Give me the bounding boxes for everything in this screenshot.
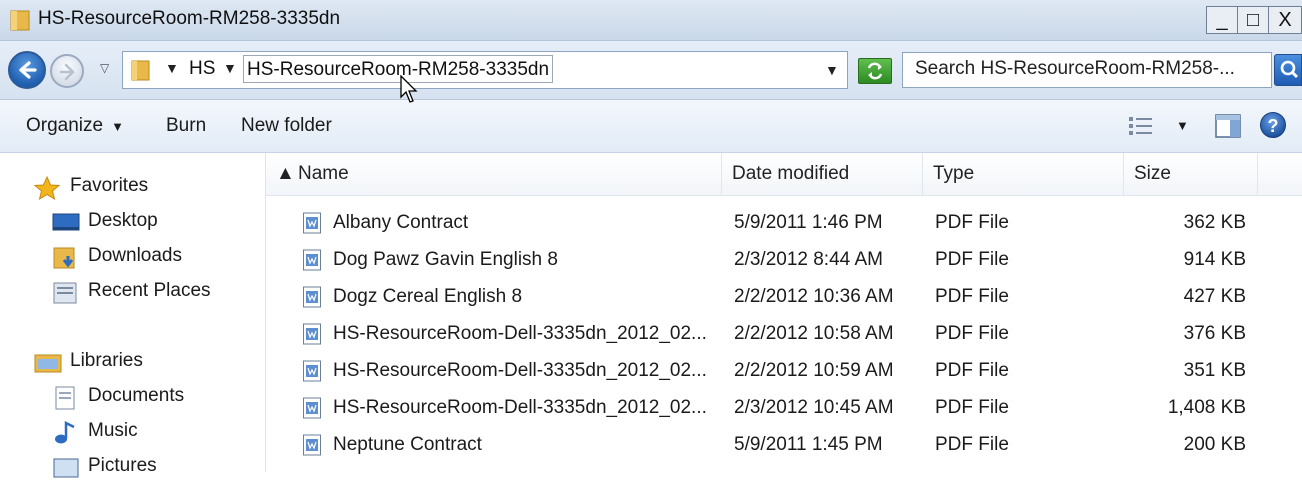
view-options-dropdown[interactable]: ▼ — [1176, 118, 1189, 133]
search-input[interactable]: Search HS-ResourceRoom-RM258-... — [902, 52, 1272, 88]
refresh-icon — [867, 62, 883, 80]
preview-pane-icon[interactable] — [1214, 113, 1242, 139]
navigation-pane: Favorites Desktop Downloads Recent Place… — [0, 153, 266, 478]
file-row[interactable]: Dogz Cereal English 8 2/2/2012 10:36 AM PD… — [266, 279, 1302, 316]
window-controls: _ □ X — [1206, 6, 1302, 34]
file-list: Name ▲ Date modified Type Size Albany Co… — [266, 153, 1302, 472]
file-type: PDF File — [935, 249, 1009, 270]
chevron-down-icon: ▼ — [111, 119, 124, 134]
file-name: HS-ResourceRoom-Dell-3335dn_2012_02... — [333, 397, 707, 418]
document-icon — [303, 360, 321, 382]
file-date-modified: 2/2/2012 10:59 AM — [734, 360, 894, 381]
back-button[interactable] — [8, 51, 46, 89]
address-toolbar: ▽ ▼ HS ▼ HS-ResourceRoom-RM258-3335dn ▼ … — [0, 41, 1302, 100]
desktop-icon — [52, 213, 80, 231]
file-row[interactable]: HS-ResourceRoom-Dell-3335dn_2012_02... 2/… — [266, 353, 1302, 390]
file-row[interactable]: HS-ResourceRoom-Dell-3335dn_2012_02... 2/… — [266, 316, 1302, 353]
pictures-icon — [53, 458, 79, 478]
file-type: PDF File — [935, 397, 1009, 418]
file-size: 362 KB — [1183, 212, 1246, 233]
file-name: Dogz Cereal English 8 — [333, 286, 523, 307]
file-name: Albany Contract — [333, 212, 469, 233]
documents-icon — [55, 386, 75, 410]
file-size: 1,408 KB — [1167, 397, 1246, 418]
column-header-row: Name ▲ Date modified Type Size — [266, 153, 1302, 196]
downloads-icon — [53, 247, 75, 269]
new-folder-button[interactable]: New folder — [241, 115, 332, 137]
file-size: 427 KB — [1183, 286, 1246, 307]
title-bar: HS-ResourceRoom-RM258-3335dn _ □ X — [0, 0, 1302, 41]
forward-button[interactable] — [50, 54, 84, 88]
file-row[interactable]: Dog Pawz Gavin English 8 2/3/2012 8:44 AM… — [266, 242, 1302, 279]
column-header-size[interactable]: Size — [1124, 153, 1258, 195]
file-type: PDF File — [935, 360, 1009, 381]
file-size: 351 KB — [1183, 360, 1246, 381]
file-name: Dog Pawz Gavin English 8 — [333, 249, 558, 270]
recent-pages-dropdown[interactable]: ▽ — [100, 61, 109, 75]
file-size: 200 KB — [1183, 434, 1246, 455]
organize-button[interactable]: Organize ▼ — [26, 115, 124, 137]
file-type: PDF File — [935, 286, 1009, 307]
views-icon[interactable] — [1128, 115, 1156, 137]
file-date-modified: 2/3/2012 8:44 AM — [734, 249, 883, 270]
breadcrumb-item[interactable]: HS — [189, 58, 215, 80]
command-bar: Organize ▼ Burn New folder ▼ ? — [0, 100, 1302, 153]
file-size: 914 KB — [1183, 249, 1246, 270]
window-title: HS-ResourceRoom-RM258-3335dn — [38, 8, 341, 29]
column-header-date[interactable]: Date modified — [722, 153, 923, 195]
file-type: PDF File — [935, 323, 1009, 344]
file-name: Neptune Contract — [333, 434, 482, 455]
recent-places-icon — [53, 282, 77, 304]
address-history-dropdown[interactable]: ▼ — [825, 62, 839, 78]
music-icon — [55, 421, 75, 444]
maximize-button[interactable]: □ — [1237, 6, 1269, 34]
folder-icon — [131, 60, 150, 81]
file-type: PDF File — [935, 212, 1009, 233]
minimize-button[interactable]: _ — [1206, 6, 1238, 34]
column-header-type[interactable]: Type — [923, 153, 1124, 195]
breadcrumb-current[interactable]: HS-ResourceRoom-RM258-3335dn — [243, 55, 554, 83]
search-icon — [1280, 60, 1299, 79]
column-header-name[interactable]: Name ▲ — [266, 153, 722, 195]
document-icon — [303, 249, 321, 271]
file-type: PDF File — [935, 434, 1009, 455]
libraries-icon — [34, 354, 62, 373]
star-icon — [34, 176, 60, 200]
document-icon — [303, 397, 321, 419]
folder-icon — [10, 10, 30, 31]
close-button[interactable]: X — [1268, 6, 1302, 34]
forward-arrow-icon — [59, 63, 75, 81]
file-row[interactable]: Neptune Contract 5/9/2011 1:45 PM PDF File… — [266, 427, 1302, 464]
file-date-modified: 5/9/2011 1:45 PM — [734, 434, 883, 455]
document-icon — [303, 323, 321, 345]
file-row[interactable]: HS-ResourceRoom-Dell-3335dn_2012_02... 2/… — [266, 390, 1302, 427]
chevron-right-icon[interactable]: ▼ — [223, 60, 237, 76]
burn-button[interactable]: Burn — [166, 115, 206, 137]
document-icon — [303, 286, 321, 308]
document-icon — [303, 434, 321, 456]
file-row[interactable]: Albany Contract 5/9/2011 1:46 PM PDF File 3… — [266, 205, 1302, 242]
help-icon[interactable]: ? — [1260, 112, 1286, 138]
search-button[interactable] — [1274, 54, 1302, 86]
back-arrow-icon — [19, 61, 37, 79]
file-size: 376 KB — [1183, 323, 1246, 344]
chevron-right-icon[interactable]: ▼ — [165, 60, 179, 76]
refresh-button[interactable] — [858, 58, 892, 84]
sort-ascending-icon: ▲ — [276, 163, 295, 184]
mouse-cursor-icon — [400, 75, 418, 103]
file-name: HS-ResourceRoom-Dell-3335dn_2012_02... — [333, 360, 707, 381]
file-date-modified: 5/9/2011 1:46 PM — [734, 212, 883, 233]
address-field[interactable]: ▼ HS ▼ HS-ResourceRoom-RM258-3335dn ▼ — [122, 51, 848, 89]
file-name: HS-ResourceRoom-Dell-3335dn_2012_02... — [333, 323, 707, 344]
document-icon — [303, 212, 321, 234]
file-date-modified: 2/2/2012 10:36 AM — [734, 286, 894, 307]
file-date-modified: 2/3/2012 10:45 AM — [734, 397, 894, 418]
file-date-modified: 2/2/2012 10:58 AM — [734, 323, 894, 344]
